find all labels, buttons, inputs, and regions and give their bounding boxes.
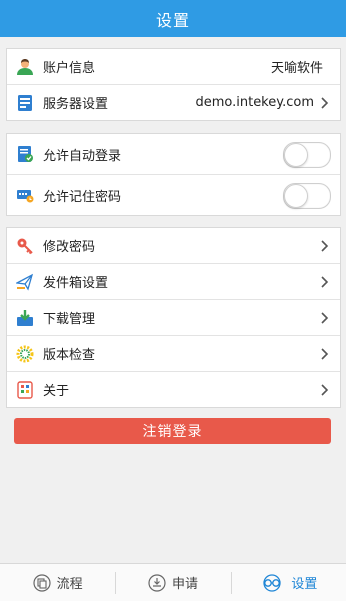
login-options-group: 允许自动登录 允许记住密码 bbox=[6, 133, 341, 216]
version-check-label: 版本检查 bbox=[43, 348, 96, 363]
key-icon bbox=[15, 236, 35, 256]
download-icon bbox=[15, 308, 35, 328]
settings-icon bbox=[259, 573, 285, 592]
account-group: 账户信息 天喻软件 服务器设置 demo.intekey.com bbox=[6, 48, 341, 121]
about-row[interactable]: 关于 bbox=[7, 371, 340, 407]
chevron-right-icon bbox=[318, 96, 332, 110]
server-settings-row[interactable]: 服务器设置 demo.intekey.com bbox=[7, 84, 340, 120]
remember-password-icon bbox=[15, 185, 35, 205]
tab-flow-label: 流程 bbox=[56, 577, 83, 592]
change-password-row[interactable]: 修改密码 bbox=[7, 228, 340, 263]
download-manager-label: 下载管理 bbox=[43, 312, 96, 327]
account-info-value: 天喻软件 bbox=[270, 61, 323, 76]
bottom-tab-bar: 流程 申请 设置 bbox=[0, 563, 346, 601]
server-icon bbox=[15, 93, 35, 113]
flow-icon bbox=[33, 573, 51, 592]
account-info-row[interactable]: 账户信息 天喻软件 bbox=[7, 49, 340, 84]
remember-password-toggle[interactable] bbox=[283, 183, 331, 209]
chevron-right-icon bbox=[318, 347, 332, 361]
page-title: 设置 bbox=[155, 10, 190, 30]
auto-login-row: 允许自动登录 bbox=[7, 134, 340, 174]
account-info-label: 账户信息 bbox=[43, 61, 96, 76]
outbox-settings-label: 发件箱设置 bbox=[43, 276, 109, 291]
about-icon bbox=[15, 380, 35, 400]
server-settings-label: 服务器设置 bbox=[43, 97, 109, 112]
server-settings-value: demo.intekey.com bbox=[195, 95, 314, 110]
logout-button[interactable]: 注销登录 bbox=[14, 418, 331, 444]
tab-settings-label: 设置 bbox=[291, 577, 318, 592]
remember-password-row: 允许记住密码 bbox=[7, 174, 340, 215]
chevron-right-icon bbox=[318, 275, 332, 289]
tab-flow[interactable]: 流程 bbox=[0, 564, 115, 601]
change-password-label: 修改密码 bbox=[43, 240, 96, 255]
outbox-icon bbox=[15, 272, 35, 292]
download-manager-row[interactable]: 下载管理 bbox=[7, 299, 340, 335]
chevron-right-icon bbox=[318, 239, 332, 253]
apply-icon bbox=[148, 573, 166, 592]
tab-apply[interactable]: 申请 bbox=[115, 564, 230, 601]
version-check-row[interactable]: 版本检查 bbox=[7, 335, 340, 371]
more-settings-group: 修改密码 发件箱设置 下载管理 版本检查 关于 bbox=[6, 227, 341, 408]
version-check-icon bbox=[15, 344, 35, 364]
about-label: 关于 bbox=[43, 384, 70, 399]
auto-login-icon bbox=[15, 144, 35, 164]
header-bar: 设置 bbox=[0, 0, 346, 37]
chevron-right-icon bbox=[318, 311, 332, 325]
chevron-right-icon bbox=[318, 383, 332, 397]
auto-login-toggle[interactable] bbox=[283, 142, 331, 168]
outbox-settings-row[interactable]: 发件箱设置 bbox=[7, 263, 340, 299]
toggle-knob bbox=[284, 143, 308, 167]
tab-apply-label: 申请 bbox=[171, 577, 198, 592]
user-icon bbox=[15, 57, 35, 77]
toggle-knob bbox=[284, 184, 308, 208]
tab-settings[interactable]: 设置 bbox=[230, 564, 346, 601]
